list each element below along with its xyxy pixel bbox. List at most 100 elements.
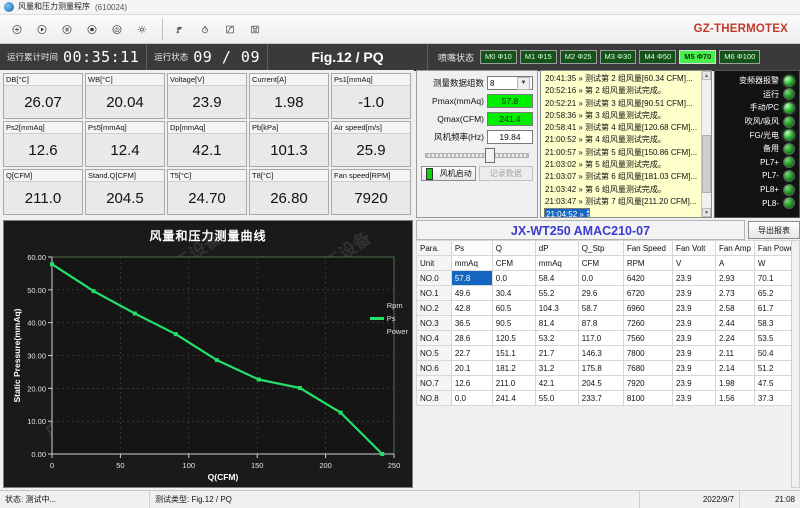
table-column-header[interactable]: Fan Amp — [715, 241, 754, 256]
table-cell[interactable]: 23.9 — [672, 301, 715, 316]
table-cell[interactable]: 49.6 — [451, 286, 492, 301]
log-entry[interactable]: 21:04:52 » 第 7 组风量测试完成。 — [544, 208, 590, 218]
table-cell[interactable]: 241.4 — [492, 391, 535, 406]
power-button[interactable] — [106, 18, 128, 40]
table-row[interactable]: NO.428.6120.553.2117.0756023.92.2453.5 — [417, 331, 800, 346]
nozzle-badge[interactable]: M0 Φ10 — [480, 50, 517, 64]
table-cell[interactable]: 120.5 — [492, 331, 535, 346]
table-cell[interactable]: 181.2 — [492, 361, 535, 376]
scroll-down-icon[interactable]: ▼ — [702, 208, 711, 217]
table-cell[interactable]: 6720 — [623, 286, 672, 301]
table-cell[interactable]: 42.1 — [535, 376, 578, 391]
table-cell[interactable]: 104.3 — [535, 301, 578, 316]
table-cell[interactable]: 204.5 — [578, 376, 623, 391]
log-entry[interactable]: 20:58:41 » 测试第 4 组风量[120.68 CFM]... — [544, 122, 709, 134]
fan-frequency-value[interactable]: 19.84 — [487, 130, 533, 144]
nozzle-badge[interactable]: M6 Φ100 — [719, 50, 760, 64]
table-row[interactable]: NO.620.1181.231.2175.8768023.92.1451.2 — [417, 361, 800, 376]
new-test-button[interactable] — [6, 18, 28, 40]
table-column-header[interactable]: dP — [535, 241, 578, 256]
log-entry[interactable]: 21:00:57 » 测试第 5 组风量[150.86 CFM]... — [544, 147, 709, 159]
save-button[interactable] — [244, 18, 266, 40]
slider-knob[interactable] — [485, 148, 495, 163]
table-cell[interactable]: 2.58 — [715, 301, 754, 316]
table-cell[interactable]: 151.1 — [492, 346, 535, 361]
table-cell[interactable]: 60.5 — [492, 301, 535, 316]
record-data-button[interactable]: 记录数据 — [479, 166, 534, 181]
table-cell[interactable]: 23.9 — [672, 271, 715, 286]
nozzle-badge[interactable]: M3 Φ30 — [600, 50, 637, 64]
table-cell[interactable]: 55.2 — [535, 286, 578, 301]
table-cell[interactable]: 81.4 — [535, 316, 578, 331]
table-column-header[interactable]: Q — [492, 241, 535, 256]
timer-button[interactable] — [194, 18, 216, 40]
fan-frequency-slider[interactable] — [423, 148, 531, 161]
table-cell[interactable]: 42.8 — [451, 301, 492, 316]
table-cell[interactable]: 57.8 — [451, 271, 492, 286]
curve-button[interactable] — [219, 18, 241, 40]
table-cell[interactable]: 58.4 — [535, 271, 578, 286]
table-row[interactable]: NO.149.630.455.229.6672023.92.7365.2 — [417, 286, 800, 301]
table-cell[interactable]: 0.0 — [578, 271, 623, 286]
table-cell[interactable]: 90.5 — [492, 316, 535, 331]
table-cell[interactable]: 20.1 — [451, 361, 492, 376]
table-scrollbar[interactable] — [791, 240, 800, 488]
table-cell[interactable]: 1.98 — [715, 376, 754, 391]
table-cell[interactable]: 7800 — [623, 346, 672, 361]
table-cell[interactable]: 23.9 — [672, 331, 715, 346]
table-cell[interactable]: 58.7 — [578, 301, 623, 316]
group-count-select[interactable]: 8 ▼ — [487, 76, 533, 90]
table-cell[interactable]: 2.93 — [715, 271, 754, 286]
table-cell[interactable]: 2.73 — [715, 286, 754, 301]
table-cell[interactable]: 53.2 — [535, 331, 578, 346]
table-cell[interactable]: 0.0 — [451, 391, 492, 406]
table-row[interactable]: NO.712.6211.042.1204.5792023.91.9847.5 — [417, 376, 800, 391]
table-row[interactable]: NO.242.860.5104.358.7696023.92.5861.7 — [417, 301, 800, 316]
table-cell[interactable]: 2.14 — [715, 361, 754, 376]
table-cell[interactable]: 23.9 — [672, 316, 715, 331]
table-cell[interactable]: 2.24 — [715, 331, 754, 346]
scroll-up-icon[interactable]: ▲ — [702, 71, 711, 80]
table-cell[interactable]: 28.6 — [451, 331, 492, 346]
table-cell[interactable]: 55.0 — [535, 391, 578, 406]
table-column-header[interactable]: Fan Speed — [623, 241, 672, 256]
table-cell[interactable]: 36.5 — [451, 316, 492, 331]
table-row[interactable]: NO.80.0241.455.0233.7810023.91.5637.3 — [417, 391, 800, 406]
table-cell[interactable]: 31.2 — [535, 361, 578, 376]
nozzle-badge[interactable]: M5 Φ70 — [679, 50, 716, 64]
export-report-button[interactable]: 导出报表 — [748, 221, 800, 239]
table-cell[interactable]: 7920 — [623, 376, 672, 391]
table-cell[interactable]: 8100 — [623, 391, 672, 406]
log-entry[interactable]: 21:03:02 » 第 5 组风量测试完成。 — [544, 159, 709, 171]
scrollbar-thumb[interactable] — [702, 135, 711, 193]
table-column-header[interactable]: Ps — [451, 241, 492, 256]
table-row[interactable]: NO.336.590.581.487.8726023.92.4458.3 — [417, 316, 800, 331]
pause-button[interactable] — [56, 18, 78, 40]
table-cell[interactable]: 23.9 — [672, 346, 715, 361]
log-entry[interactable]: 21:03:42 » 第 6 组风量测试完成。 — [544, 184, 709, 196]
table-cell[interactable]: NO.4 — [417, 331, 452, 346]
nozzle-badge[interactable]: M2 Φ25 — [560, 50, 597, 64]
log-entry[interactable]: 20:41:35 » 测试第 2 组风量[60.34 CFM]... — [544, 73, 709, 85]
log-entry[interactable]: 21:03:47 » 测试第 7 组风量[211.20 CFM]... — [544, 196, 709, 208]
table-cell[interactable]: NO.7 — [417, 376, 452, 391]
log-entry[interactable]: 21:00:52 » 第 4 组风量测试完成。 — [544, 134, 709, 146]
log-entry[interactable]: 20:58:36 » 第 3 组风量测试完成。 — [544, 110, 709, 122]
table-cell[interactable]: 87.8 — [578, 316, 623, 331]
table-cell[interactable]: 7260 — [623, 316, 672, 331]
table-cell[interactable]: 146.3 — [578, 346, 623, 361]
table-column-header[interactable]: Fan Volt — [672, 241, 715, 256]
start-button[interactable] — [31, 18, 53, 40]
table-cell[interactable]: 175.8 — [578, 361, 623, 376]
table-cell[interactable]: 2.11 — [715, 346, 754, 361]
table-cell[interactable]: 117.0 — [578, 331, 623, 346]
log-entry[interactable]: 21:03:07 » 测试第 6 组风量[181.03 CFM]... — [544, 171, 709, 183]
calibrate-button[interactable] — [169, 18, 191, 40]
table-cell[interactable]: NO.3 — [417, 316, 452, 331]
table-cell[interactable]: 22.7 — [451, 346, 492, 361]
log-scrollbar[interactable]: ▲ ▼ — [701, 71, 711, 217]
table-cell[interactable]: 7680 — [623, 361, 672, 376]
table-cell[interactable]: NO.0 — [417, 271, 452, 286]
log-entry[interactable]: 20:52:21 » 测试第 3 组风量[90.51 CFM]... — [544, 98, 709, 110]
table-cell[interactable]: 2.44 — [715, 316, 754, 331]
